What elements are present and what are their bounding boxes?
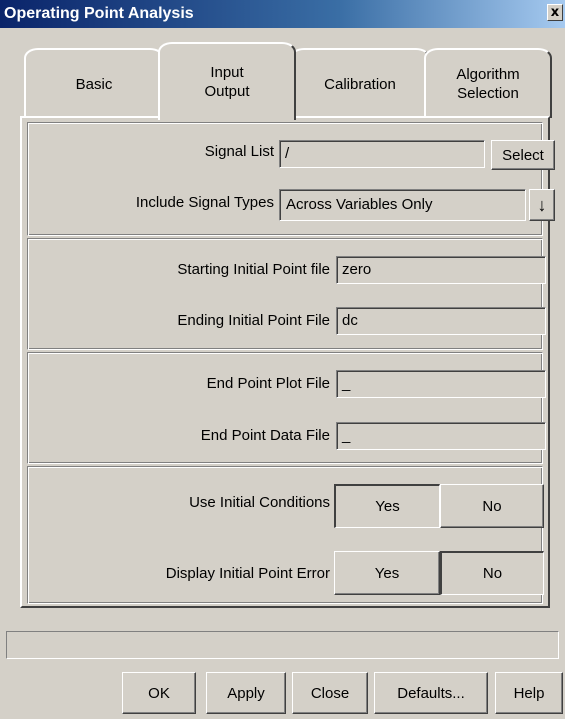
end-point-group: End Point Plot File _ End Point Data Fil… xyxy=(27,352,546,464)
ok-button[interactable]: OK xyxy=(122,672,196,714)
tab-basic-label: Basic xyxy=(75,75,113,93)
end-point-data-label: End Point Data File xyxy=(200,427,330,444)
signal-list-label: Signal List xyxy=(204,143,274,160)
operating-point-dialog: Operating Point Analysis x Basic Input O… xyxy=(0,0,565,719)
apply-button[interactable]: Apply xyxy=(206,672,286,714)
ending-initial-point-label: Ending Initial Point File xyxy=(177,312,330,329)
status-bar xyxy=(6,631,559,659)
tab-basic[interactable]: Basic xyxy=(24,48,164,118)
defaults-button[interactable]: Defaults... xyxy=(374,672,488,714)
end-point-plot-input[interactable]: _ xyxy=(336,370,546,398)
end-point-data-input[interactable]: _ xyxy=(336,422,546,450)
tab-input-output-label: Input Output xyxy=(204,64,250,100)
signal-list-input[interactable]: / xyxy=(279,140,485,168)
options-group: Use Initial Conditions Yes No Display In… xyxy=(27,466,544,604)
end-point-plot-label: End Point Plot File xyxy=(206,375,330,392)
initial-point-group: Starting Initial Point file zero Ending … xyxy=(27,238,546,350)
tab-algorithm-selection[interactable]: Algorithm Selection xyxy=(424,48,552,118)
display-initial-point-error-label: Display Initial Point Error xyxy=(165,565,330,582)
title-bar[interactable]: Operating Point Analysis x xyxy=(0,0,565,28)
starting-initial-point-input[interactable]: zero xyxy=(336,256,546,284)
include-signal-types-select[interactable]: Across Variables Only xyxy=(279,189,526,221)
help-button[interactable]: Help xyxy=(495,672,563,714)
starting-initial-point-label: Starting Initial Point file xyxy=(177,261,330,278)
ending-initial-point-input[interactable]: dc xyxy=(336,307,546,335)
use-initial-conditions-no-button[interactable]: No xyxy=(440,484,544,528)
display-initial-point-error-no-button[interactable]: No xyxy=(440,551,544,595)
include-signal-types-label: Include Signal Types xyxy=(135,194,274,211)
tab-input-output[interactable]: Input Output xyxy=(158,42,296,120)
tab-calibration[interactable]: Calibration xyxy=(290,48,430,118)
close-button[interactable]: Close xyxy=(292,672,368,714)
use-initial-conditions-yes-button[interactable]: Yes xyxy=(334,484,440,528)
chevron-down-icon[interactable]: ↓ xyxy=(529,189,555,221)
use-initial-conditions-label: Use Initial Conditions xyxy=(189,494,330,511)
select-button[interactable]: Select xyxy=(491,140,555,170)
window-title: Operating Point Analysis xyxy=(4,5,194,22)
signal-group: Signal List / Select Include Signal Type… xyxy=(27,122,555,236)
display-initial-point-error-yes-button[interactable]: Yes xyxy=(334,551,440,595)
tab-algorithm-selection-label: Algorithm Selection xyxy=(456,66,520,102)
input-output-panel: Signal List / Select Include Signal Type… xyxy=(20,116,555,608)
close-icon[interactable]: x xyxy=(547,4,563,21)
tab-calibration-label: Calibration xyxy=(324,75,396,93)
